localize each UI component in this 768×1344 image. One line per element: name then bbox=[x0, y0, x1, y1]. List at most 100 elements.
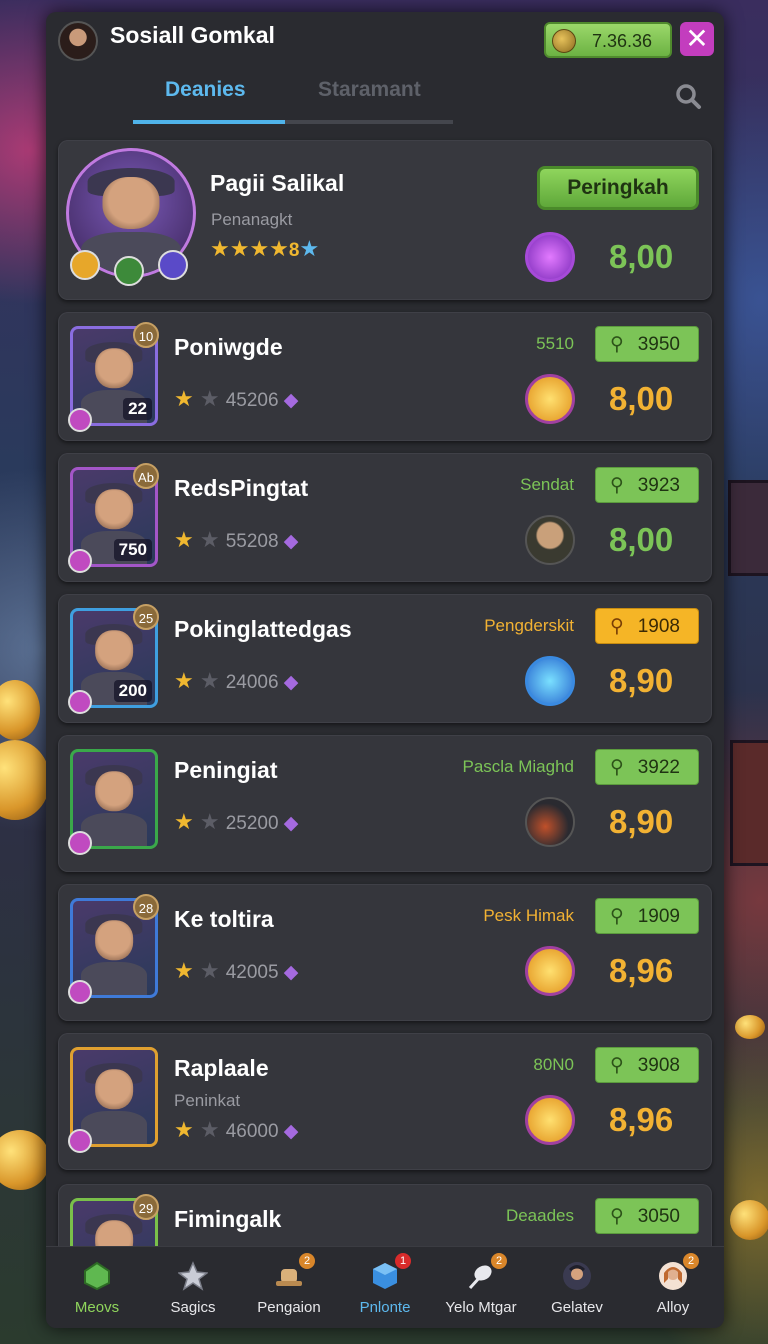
price-badge[interactable]: ⚲ 1909 bbox=[595, 898, 699, 934]
close-button[interactable]: ✕ bbox=[680, 22, 714, 56]
nav-label: Sagics bbox=[170, 1299, 216, 1316]
star-icon: ★ bbox=[174, 809, 194, 834]
player-row[interactable]: Peningiat ★ ★ 25200 ◆ Pascla Miaghd ⚲ 392… bbox=[58, 735, 712, 872]
coin-decoration bbox=[730, 1200, 768, 1240]
level-chip: 200 bbox=[113, 680, 152, 702]
player-row[interactable]: 28 Ke toltira ★ ★ 42005 ◆ Pesk Himak ⚲ 190… bbox=[58, 884, 712, 1021]
header-bar: Sosiall Gomkal 7.36.36 ✕ bbox=[46, 12, 724, 72]
house-decoration bbox=[730, 740, 768, 866]
featured-rating: ★★★★8★ bbox=[210, 236, 319, 262]
player-stats: ★ ★ 45206 ◆ bbox=[174, 386, 298, 412]
clan-icon bbox=[114, 256, 144, 286]
nav-label: Pengaion bbox=[257, 1299, 321, 1316]
nav-item-yelo-mtgar[interactable]: 2 Yelo Mtgar bbox=[433, 1247, 529, 1328]
level-chip: 22 bbox=[123, 398, 152, 420]
rank-badge: 28 bbox=[133, 894, 159, 920]
nav-label: Gelatev bbox=[551, 1299, 603, 1316]
stats-value: 24006 bbox=[225, 672, 279, 693]
gem-icon bbox=[84, 1261, 110, 1291]
price-badge[interactable]: ⚲ 3922 bbox=[595, 749, 699, 785]
featured-amount: 8,00 bbox=[609, 238, 674, 275]
nav-label: Yelo Mtgar bbox=[445, 1299, 517, 1316]
class-icon bbox=[70, 250, 100, 280]
star-icon: ★ bbox=[193, 1117, 226, 1142]
player-row[interactable]: 200 25 Pokinglattedgas ★ ★ 24006 ◆ Pengder… bbox=[58, 594, 712, 723]
star-icon: ★ bbox=[193, 809, 226, 834]
notification-badge: 1 bbox=[395, 1253, 411, 1269]
pin-icon: ⚲ bbox=[610, 1055, 624, 1076]
class-icon bbox=[68, 831, 92, 855]
reward-orb-icon bbox=[525, 515, 575, 565]
player-subtitle: Peninkat bbox=[174, 1091, 241, 1110]
price-badge[interactable]: ⚲ 3050 bbox=[595, 1198, 699, 1234]
house-decoration bbox=[728, 480, 768, 576]
player-name: Poniwgde bbox=[174, 334, 283, 360]
player-tag: Pesk Himak bbox=[483, 906, 574, 925]
price-badge[interactable]: ⚲ 3950 bbox=[595, 326, 699, 362]
nav-label: Pnlonte bbox=[359, 1299, 411, 1316]
price-badge[interactable]: ⚲ 3923 bbox=[595, 467, 699, 503]
nav-item-gelatev[interactable]: Gelatev bbox=[529, 1247, 625, 1328]
nav-label: Alloy bbox=[656, 1299, 690, 1316]
stats-value: 45206 bbox=[225, 390, 279, 411]
rank-badge: 29 bbox=[133, 1194, 159, 1220]
nav-label: Meovs bbox=[74, 1299, 120, 1316]
tab-underline bbox=[133, 120, 453, 124]
class-icon bbox=[68, 549, 92, 573]
page-title: Sosiall Gomkal bbox=[110, 22, 275, 48]
nav-item-meovs[interactable]: Meovs bbox=[49, 1247, 145, 1328]
player-avatar[interactable] bbox=[58, 21, 98, 61]
star-icon: ★ bbox=[174, 527, 194, 552]
player-row[interactable]: 750 Ab RedsPingtat ★ ★ 55208 ◆ Sendat ⚲ 392… bbox=[58, 453, 712, 582]
coin-decoration bbox=[0, 1130, 50, 1190]
coin-decoration bbox=[0, 740, 50, 820]
player-name: Fimingalk bbox=[174, 1206, 282, 1232]
gem-icon: ◆ bbox=[278, 672, 299, 693]
star-icon bbox=[178, 1261, 208, 1291]
player-name: Ke toltira bbox=[174, 906, 274, 932]
featured-player-card[interactable]: Pagii Salikal Penanagkt ★★★★8★ Peringkah… bbox=[58, 140, 712, 300]
player-row[interactable]: Raplaale Peninkat ★ ★ 46000 ◆ 80N0 ⚲ 3908 8… bbox=[58, 1033, 712, 1170]
gem-icon: ◆ bbox=[278, 531, 299, 552]
player-row[interactable]: 22 10 Poniwgde ★ ★ 45206 ◆ 5510 ⚲ 3950 8,00 bbox=[58, 312, 712, 441]
price-value: 3908 bbox=[637, 1055, 680, 1076]
blue-star-icon: ★ bbox=[299, 236, 320, 261]
currency-value: 7.36.36 bbox=[592, 31, 653, 51]
pin-icon: ⚲ bbox=[610, 1206, 624, 1227]
star-icon: ★ bbox=[193, 958, 226, 983]
star-count: 8 bbox=[288, 240, 300, 261]
nav-item-alloy[interactable]: 2 Alloy bbox=[625, 1247, 721, 1328]
stats-value: 46000 bbox=[225, 1121, 279, 1142]
rank-badge: Ab bbox=[133, 463, 159, 489]
pin-icon: ⚲ bbox=[610, 906, 624, 927]
notification-badge: 2 bbox=[491, 1253, 507, 1269]
nav-item-sagics[interactable]: Sagics bbox=[145, 1247, 241, 1328]
price-value: 1909 bbox=[637, 906, 680, 927]
class-icon bbox=[68, 980, 92, 1004]
active-tab-indicator bbox=[133, 120, 285, 124]
player-name: Raplaale bbox=[174, 1055, 269, 1081]
player-name: Peningiat bbox=[174, 757, 278, 783]
pin-icon: ⚲ bbox=[610, 616, 624, 637]
coin-decoration bbox=[0, 680, 40, 740]
currency-counter[interactable]: 7.36.36 bbox=[544, 22, 672, 58]
tab-deanies[interactable]: Deanies bbox=[165, 78, 246, 102]
price-badge[interactable]: ⚲ 3908 bbox=[595, 1047, 699, 1083]
star-icon: ★ bbox=[174, 386, 194, 411]
rank-badge: 25 bbox=[133, 604, 159, 630]
player-tag: Pengderskit bbox=[484, 616, 574, 635]
price-badge[interactable]: ⚲ 1908 bbox=[595, 608, 699, 644]
star-icon: ★ bbox=[174, 958, 194, 983]
reward-orb-icon bbox=[525, 797, 575, 847]
player-tag: Pascla Miaghd bbox=[462, 757, 574, 776]
nav-item-pengaion[interactable]: 2 Pengaion bbox=[241, 1247, 337, 1328]
featured-action-button[interactable]: Peringkah bbox=[537, 166, 699, 210]
reward-orb-icon bbox=[525, 946, 575, 996]
search-icon[interactable] bbox=[674, 82, 702, 110]
tab-staramant[interactable]: Staramant bbox=[318, 78, 421, 102]
tab-bar: Deanies Staramant bbox=[46, 74, 724, 126]
stats-value: 42005 bbox=[225, 962, 279, 983]
player-stats: ★ ★ 42005 ◆ bbox=[174, 958, 298, 984]
featured-name: Pagii Salikal bbox=[210, 170, 345, 196]
nav-item-pnlonte[interactable]: 1 Pnlonte bbox=[337, 1247, 433, 1328]
